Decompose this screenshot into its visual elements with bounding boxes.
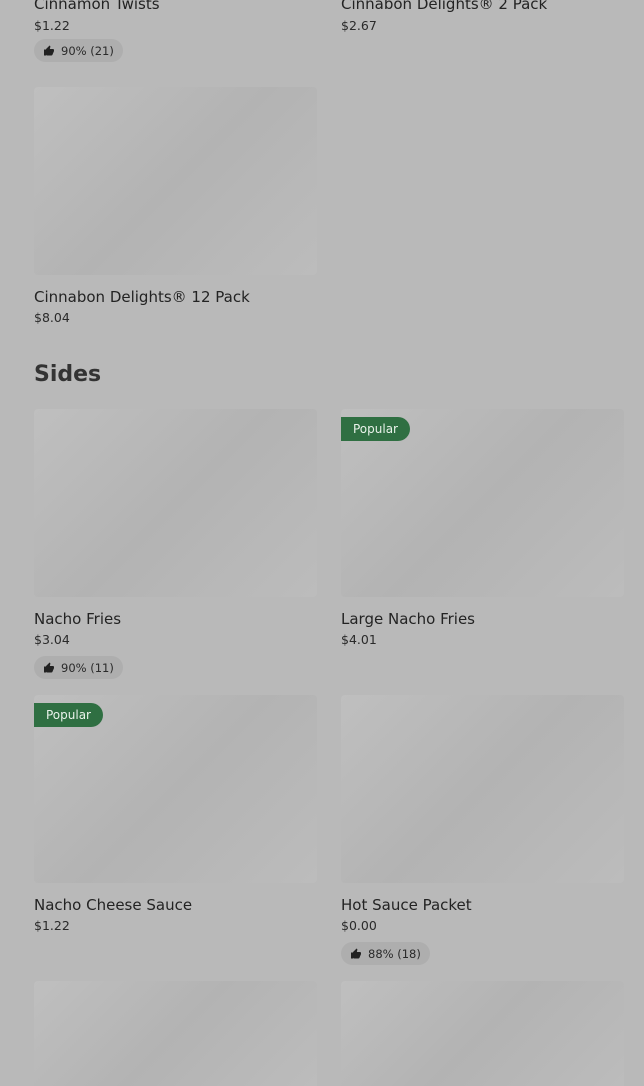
menu-item-card[interactable] xyxy=(341,981,624,1086)
item-name: Nacho Fries xyxy=(34,610,122,628)
item-name: Large Nacho Fries xyxy=(341,610,475,628)
item-price: $1.22 xyxy=(34,18,70,33)
item-name[interactable]: Cinnamon Twists xyxy=(34,0,160,13)
item-price: $1.22 xyxy=(34,918,70,933)
menu-item-card[interactable]: Nacho Fries $3.04 90% (11) xyxy=(34,409,317,679)
item-price: $4.01 xyxy=(341,632,377,647)
rating-text: 88% (18) xyxy=(368,946,421,961)
item-image[interactable] xyxy=(34,409,317,597)
rating-text: 90% (11) xyxy=(61,660,114,675)
item-image[interactable] xyxy=(34,981,317,1086)
item-image[interactable] xyxy=(341,695,624,883)
section-title: Sides xyxy=(34,362,102,387)
item-name[interactable]: Cinnabon Delights® 2 Pack xyxy=(341,0,547,13)
item-image[interactable]: Popular xyxy=(34,695,317,883)
menu-item-card[interactable]: Hot Sauce Packet $0.00 88% (18) xyxy=(341,695,624,965)
item-price: $3.04 xyxy=(34,632,70,647)
menu-item-card[interactable]: Popular Nacho Cheese Sauce $1.22 xyxy=(34,695,317,933)
item-price: $0.00 xyxy=(341,918,377,933)
rating-pill: 88% (18) xyxy=(341,942,430,965)
popular-badge: Popular xyxy=(34,703,103,727)
item-name: Hot Sauce Packet xyxy=(341,896,472,914)
thumbs-up-icon xyxy=(44,662,54,672)
item-price: $8.04 xyxy=(34,310,70,325)
rating-pill: 90% (21) xyxy=(34,39,123,62)
item-name: Nacho Cheese Sauce xyxy=(34,896,193,914)
thumbs-up-icon xyxy=(44,45,54,55)
menu-item-card[interactable]: Popular Large Nacho Fries $4.01 xyxy=(341,409,624,647)
thumbs-up-icon xyxy=(351,948,361,958)
item-image[interactable] xyxy=(341,981,624,1086)
popular-badge: Popular xyxy=(341,417,410,441)
item-price: $2.67 xyxy=(341,18,377,33)
menu-item-card[interactable] xyxy=(34,981,317,1086)
rating-text: 90% (21) xyxy=(61,43,114,58)
item-image[interactable]: Popular xyxy=(341,409,624,597)
rating-pill: 90% (11) xyxy=(34,656,123,679)
item-name: Cinnabon Delights® 12 Pack xyxy=(34,288,250,306)
item-image[interactable] xyxy=(34,87,317,275)
menu-item-card[interactable]: Cinnabon Delights® 12 Pack $8.04 xyxy=(34,87,317,325)
